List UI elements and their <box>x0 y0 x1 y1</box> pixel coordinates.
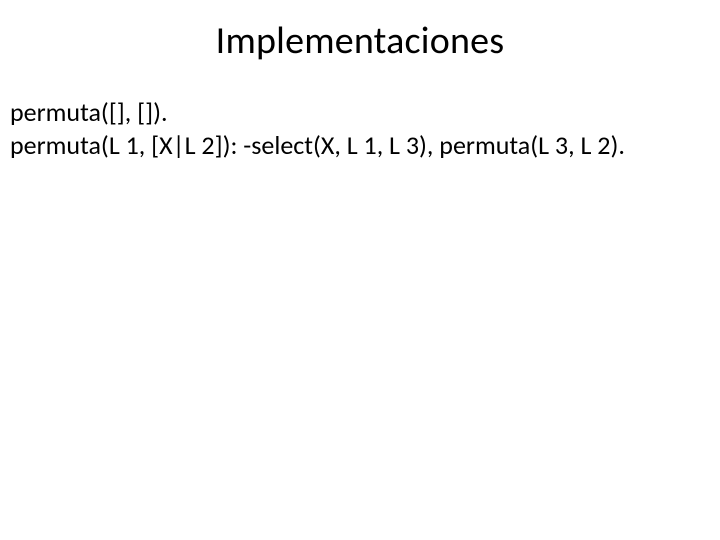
code-line-1: permuta([], []). <box>10 96 710 129</box>
code-line-2: permuta(L 1, [X|L 2]): -select(X, L 1, L… <box>10 129 710 162</box>
slide-body: permuta([], []). permuta(L 1, [X|L 2]): … <box>0 96 720 163</box>
slide-title: Implementaciones <box>0 0 720 96</box>
slide: Implementaciones permuta([], []). permut… <box>0 0 720 540</box>
